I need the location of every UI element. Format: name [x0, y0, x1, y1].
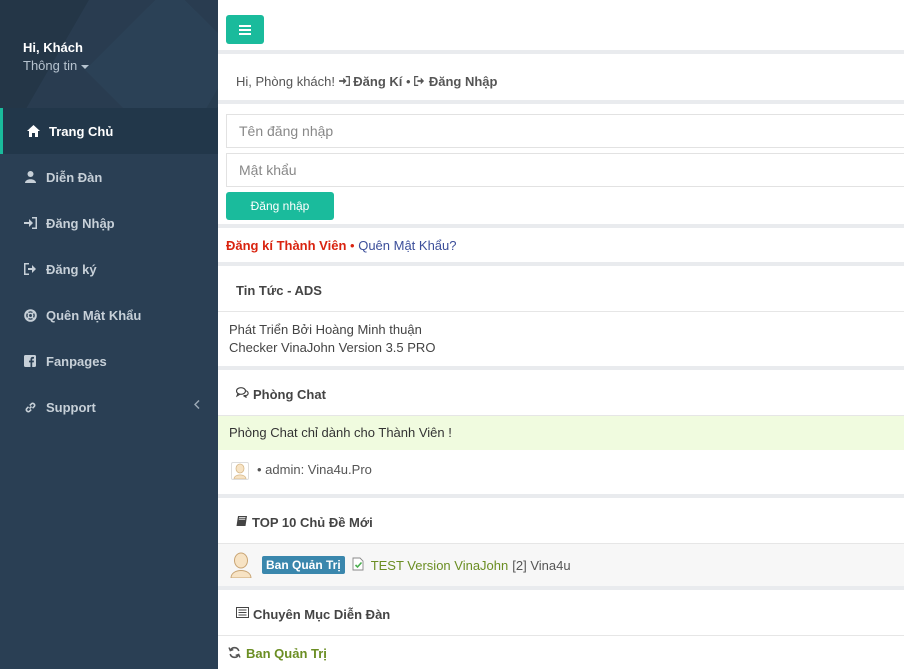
- comments-icon: [236, 387, 249, 399]
- login-link[interactable]: Đăng Nhập: [414, 74, 497, 89]
- sidebar-item-label: Support: [46, 399, 96, 415]
- sign-in-icon: [338, 76, 350, 86]
- sidebar: Hi, Khách Thông tin Trang Chủ Diễn Đàn Đ…: [0, 0, 218, 669]
- sidebar-item-fanpages[interactable]: Fanpages: [0, 338, 218, 384]
- topic-row[interactable]: Ban Quản Trị TEST Version VinaJohn [2] V…: [218, 544, 904, 586]
- menu-toggle-button[interactable]: [226, 15, 264, 44]
- top10-panel: TOP 10 Chủ Đề Mới Ban Quản Trị TEST Vers…: [218, 498, 904, 586]
- sidebar-item-label: Đăng Nhập: [46, 215, 115, 231]
- news-line: Checker VinaJohn Version 3.5 PRO: [229, 340, 436, 355]
- username-input[interactable]: [226, 114, 904, 148]
- topic-title-link[interactable]: TEST Version VinaJohn: [371, 558, 509, 573]
- sidebar-item-label: Đăng ký: [46, 261, 97, 277]
- facebook-icon: [23, 354, 37, 368]
- news-line: Phát Triển Bởi Hoàng Minh thuận: [229, 322, 422, 337]
- caret-down-icon: [81, 64, 90, 69]
- chat-header: Phòng Chat: [218, 370, 904, 416]
- chat-message: • admin: Vina4u.Pro: [218, 450, 904, 494]
- register-link[interactable]: Đăng Kí: [338, 74, 406, 89]
- categories-header: Chuyên Mục Diễn Đàn: [218, 590, 904, 636]
- sidebar-nav: Trang Chủ Diễn Đàn Đăng Nhập Đăng ký Quê…: [0, 108, 218, 430]
- list-alt-icon: [236, 607, 249, 618]
- news-body: Phát Triển Bởi Hoàng Minh thuận Checker …: [218, 312, 904, 366]
- chat-message-text: • admin: Vina4u.Pro: [257, 462, 372, 477]
- chat-panel: Phòng Chat Phòng Chat chỉ dành cho Thành…: [218, 370, 904, 494]
- sidebar-item-login[interactable]: Đăng Nhập: [0, 200, 218, 246]
- login-button[interactable]: Đăng nhập: [226, 192, 334, 220]
- login-link-label: Đăng Nhập: [428, 74, 498, 89]
- chat-title: Phòng Chat: [253, 387, 326, 402]
- sidebar-item-label: Quên Mật Khẩu: [46, 307, 142, 323]
- topic-badge: Ban Quản Trị: [262, 556, 345, 574]
- refresh-icon: [228, 646, 241, 659]
- news-panel: Tin Tức - ADS Phát Triển Bởi Hoàng Minh …: [218, 266, 904, 366]
- categories-title: Chuyên Mục Diễn Đàn: [253, 607, 391, 622]
- categories-panel: Chuyên Mục Diễn Đàn Ban Quản Trị: [218, 590, 904, 669]
- sidebar-profile: Hi, Khách Thông tin: [0, 0, 218, 108]
- forgot-password-link[interactable]: Quên Mật Khẩu?: [358, 238, 456, 253]
- password-input[interactable]: [226, 153, 904, 187]
- topic-meta: [2] Vina4u: [512, 557, 571, 573]
- sign-in-icon: [23, 216, 37, 230]
- sidebar-item-forum[interactable]: Diễn Đàn: [0, 154, 218, 200]
- chat-notice: Phòng Chat chỉ dành cho Thành Viên !: [218, 416, 904, 450]
- link-icon: [23, 400, 37, 414]
- document-icon: [351, 557, 365, 574]
- sign-out-icon: [414, 76, 425, 86]
- sidebar-item-support[interactable]: Support: [0, 384, 218, 430]
- news-title: Tin Tức - ADS: [218, 266, 904, 312]
- chevron-left-icon: [193, 399, 200, 412]
- sidebar-item-forgot-password[interactable]: Quên Mật Khẩu: [0, 292, 218, 338]
- user-greeting: Hi, Khách: [23, 40, 83, 55]
- user-info-label: Thông tin: [23, 58, 78, 73]
- sidebar-item-label: Diễn Đàn: [46, 169, 103, 185]
- user-info-dropdown[interactable]: Thông tin: [23, 58, 90, 73]
- avatar: [231, 462, 249, 480]
- top10-title: TOP 10 Chủ Đề Mới: [252, 515, 373, 530]
- welcome-text: Hi, Phòng khách!: [236, 74, 336, 89]
- sidebar-item-label: Fanpages: [46, 353, 107, 369]
- hamburger-icon: [239, 24, 251, 35]
- main-content: Hi, Phòng khách! Đăng Kí • Đăng Nhập Đăn…: [218, 0, 904, 669]
- category-label: Ban Quản Trị: [246, 646, 327, 661]
- welcome-bar: Hi, Phòng khách! Đăng Kí • Đăng Nhập: [218, 54, 904, 100]
- user-icon: [23, 170, 37, 184]
- life-ring-icon: [23, 308, 37, 322]
- home-icon: [26, 124, 40, 138]
- register-separator: •: [350, 238, 355, 253]
- sign-out-icon: [23, 262, 37, 276]
- top-navbar: [218, 0, 904, 50]
- login-form: Đăng nhập: [218, 104, 904, 224]
- category-item[interactable]: Ban Quản Trị: [218, 636, 904, 669]
- register-link-label: Đăng Kí: [353, 74, 403, 89]
- avatar: [230, 552, 252, 578]
- welcome-separator: •: [406, 74, 411, 89]
- sidebar-item-register[interactable]: Đăng ký: [0, 246, 218, 292]
- register-member-link[interactable]: Đăng kí Thành Viên: [226, 238, 346, 253]
- top10-header: TOP 10 Chủ Đề Mới: [218, 498, 904, 544]
- register-line: Đăng kí Thành Viên • Quên Mật Khẩu?: [218, 228, 904, 262]
- sidebar-item-label: Trang Chủ: [49, 123, 114, 139]
- book-icon: [236, 515, 248, 527]
- sidebar-item-home[interactable]: Trang Chủ: [0, 108, 218, 154]
